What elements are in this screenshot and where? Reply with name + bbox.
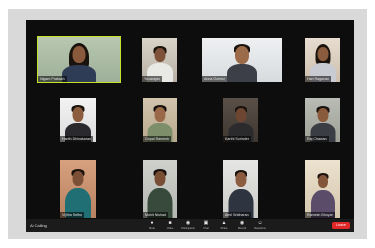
video-icon: ■ [168, 220, 172, 226]
participant-face [72, 171, 84, 186]
participant-name: Mohit Nishad [143, 212, 168, 218]
share-button[interactable]: ▲ Share [216, 220, 232, 231]
reactions-icon: ☺ [257, 220, 263, 226]
participant-face [235, 108, 246, 122]
record-label: Record [237, 227, 247, 230]
participant-name: Raj Chawan [305, 136, 329, 142]
participant-name: Harith Dhinakaran [60, 136, 93, 142]
participant-name: Vijitha Sethu [60, 212, 85, 218]
participant-face [154, 48, 165, 62]
participant-face [235, 46, 249, 64]
participant-face [154, 107, 166, 122]
meeting-window: Nigam Prakash Yuvarajan Anna Gomez Hari … [26, 20, 354, 232]
participant-tile[interactable]: Anna Gomez [202, 38, 282, 82]
participant-name: Ramesh Bhuyar [305, 212, 335, 218]
participants-label: Participants [181, 227, 195, 230]
participant-tile[interactable]: Gopal Ramesh [143, 98, 177, 142]
chat-icon: ▣ [203, 220, 209, 226]
participant-face [72, 107, 84, 122]
participant-body [62, 65, 96, 82]
leave-button[interactable]: Leave [332, 222, 350, 229]
reactions-button[interactable]: ☺ Reactions [252, 220, 268, 231]
meeting-toolbar: Ai Calling ● Mute ■ Video ◉ Participants… [26, 219, 354, 232]
participant-tile[interactable]: Raj Chawan [305, 98, 340, 142]
participant-name: Nigam Prakash [38, 76, 67, 82]
participant-tile[interactable]: Yuvarajan [142, 38, 177, 82]
mic-icon: ● [150, 220, 154, 226]
participant-tile[interactable]: Mohit Nishad [143, 160, 177, 218]
record-button[interactable]: ◉ Record [234, 220, 250, 231]
participant-body [227, 64, 257, 82]
participant-tile[interactable]: Ramesh Bhuyar [305, 160, 340, 218]
participant-face [235, 172, 246, 187]
participant-tile[interactable]: Karthi Surinder [223, 98, 258, 142]
participant-face [317, 47, 328, 61]
chat-label: Chat [203, 227, 209, 230]
share-icon: ▲ [221, 220, 227, 226]
participant-name: Karthi Surinder [223, 136, 251, 142]
participant-face [154, 171, 166, 186]
participant-name: Anna Gomez [202, 76, 227, 82]
participant-face [317, 175, 328, 188]
participant-tile[interactable]: Hari Ragavan [305, 38, 340, 82]
reactions-label: Reactions [254, 227, 266, 230]
share-label: Share [220, 227, 228, 230]
participant-name: Hari Ragavan [305, 76, 331, 82]
participant-name: Yuvarajan [142, 76, 162, 82]
participant-tile[interactable]: Harith Dhinakaran [60, 98, 96, 142]
participant-face [72, 46, 86, 63]
chat-button[interactable]: ▣ Chat [198, 220, 214, 231]
video-label: Video [166, 227, 174, 230]
participant-tile[interactable]: Nigam Prakash [37, 36, 121, 83]
participant-face [317, 108, 328, 122]
participant-tile[interactable]: Vijitha Sethu [60, 160, 96, 218]
mute-label: Mute [149, 227, 155, 230]
participant-tile[interactable]: Amil Sridharan [223, 160, 258, 218]
video-button[interactable]: ■ Video [162, 220, 178, 231]
participant-name: Amil Sridharan [223, 212, 251, 218]
people-icon: ◉ [185, 220, 191, 226]
mute-button[interactable]: ● Mute [144, 220, 160, 231]
meeting-status: Ai Calling [30, 223, 47, 228]
participant-name: Gopal Ramesh [143, 136, 171, 142]
record-icon: ◉ [239, 220, 245, 226]
participants-button[interactable]: ◉ Participants [180, 220, 196, 231]
